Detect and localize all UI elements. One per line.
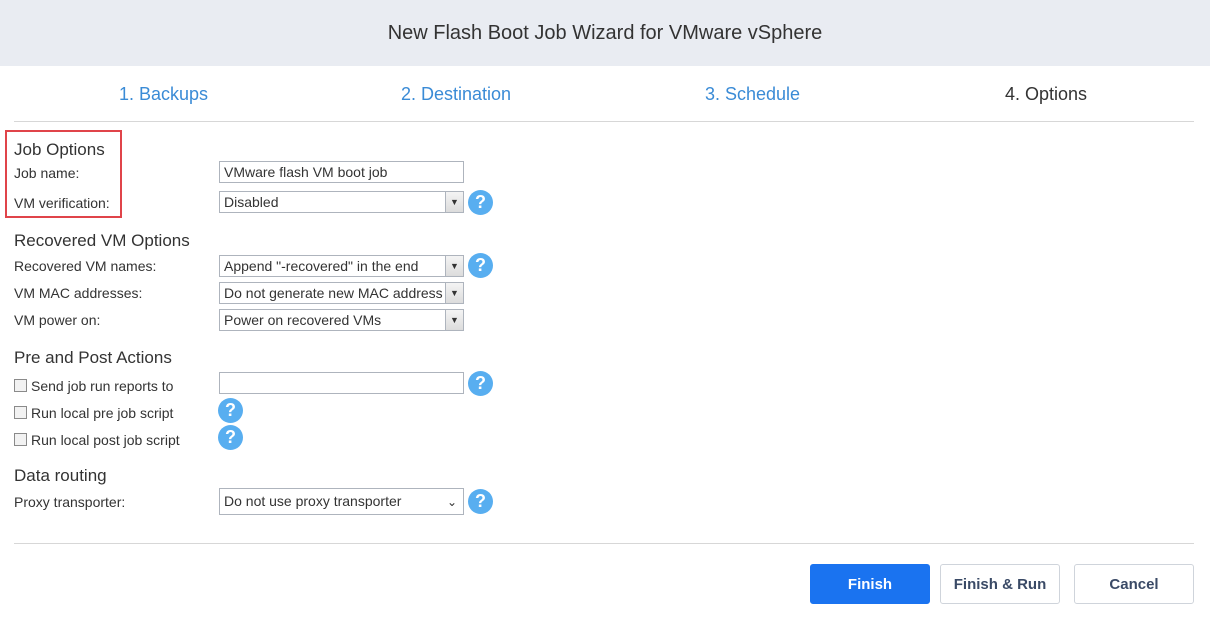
proxy-transporter-help-icon[interactable]: ? [468, 489, 493, 514]
vm-verification-help-icon[interactable]: ? [468, 190, 493, 215]
job-name-label: Job name: [14, 165, 80, 181]
cancel-button[interactable]: Cancel [1074, 564, 1194, 604]
wizard-title: New Flash Boot Job Wizard for VMware vSp… [387, 21, 823, 44]
wizard-steps: 1. Backups 2. Destination 3. Schedule 4.… [14, 78, 1194, 122]
pre-job-script-label[interactable]: Run local pre job script [31, 405, 173, 421]
step-backups[interactable]: 1. Backups [119, 84, 208, 105]
chevron-down-icon: ▼ [445, 256, 463, 276]
pre-job-script-help-icon[interactable]: ? [218, 398, 243, 423]
job-name-input[interactable] [219, 161, 464, 183]
recovered-vm-options-heading: Recovered VM Options [14, 231, 190, 250]
step-destination[interactable]: 2. Destination [401, 84, 511, 105]
vm-power-on-select[interactable]: Power on recovered VMs ▼ [219, 309, 464, 331]
proxy-transporter-label: Proxy transporter: [14, 494, 126, 510]
send-reports-label[interactable]: Send job run reports to [31, 378, 173, 394]
recovered-vm-names-select[interactable]: Append "-recovered" in the end ▼ [219, 255, 464, 277]
recovered-vm-names-value: Append "-recovered" in the end [224, 258, 419, 274]
step-options[interactable]: 4. Options [1005, 84, 1087, 105]
vm-verification-select[interactable]: Disabled ▼ [219, 191, 464, 213]
pre-post-actions-heading: Pre and Post Actions [14, 348, 172, 367]
proxy-transporter-value: Do not use proxy transporter [224, 493, 402, 509]
send-reports-help-icon[interactable]: ? [468, 371, 493, 396]
send-reports-checkbox[interactable] [14, 379, 27, 392]
chevron-down-icon: ▼ [445, 310, 463, 330]
vm-mac-addresses-select[interactable]: Do not generate new MAC addresses ▼ [219, 282, 464, 304]
vm-mac-addresses-label: VM MAC addresses: [14, 285, 143, 301]
post-job-script-help-icon[interactable]: ? [218, 425, 243, 450]
recovered-vm-names-label: Recovered VM names: [14, 258, 157, 274]
recovered-vm-names-help-icon[interactable]: ? [468, 253, 493, 278]
chevron-down-icon: ⌄ [446, 494, 458, 509]
step-schedule[interactable]: 3. Schedule [705, 84, 800, 105]
vm-verification-value: Disabled [224, 194, 279, 210]
vm-mac-addresses-value: Do not generate new MAC addresses [224, 285, 443, 301]
send-reports-input[interactable] [219, 372, 464, 394]
vm-power-on-value: Power on recovered VMs [224, 312, 382, 328]
wizard-title-bar: New Flash Boot Job Wizard for VMware vSp… [0, 0, 1210, 66]
job-options-heading: Job Options [14, 140, 105, 159]
vm-verification-label: VM verification: [14, 195, 110, 211]
post-job-script-label[interactable]: Run local post job script [31, 432, 180, 448]
chevron-down-icon: ▼ [445, 192, 463, 212]
proxy-transporter-select[interactable]: Do not use proxy transporter ⌄ [219, 488, 464, 515]
chevron-down-icon: ▼ [445, 283, 463, 303]
footer-divider [14, 543, 1194, 544]
vm-power-on-label: VM power on: [14, 312, 101, 328]
post-job-script-checkbox[interactable] [14, 433, 27, 446]
finish-button[interactable]: Finish [810, 564, 930, 604]
finish-and-run-button[interactable]: Finish & Run [940, 564, 1060, 604]
data-routing-heading: Data routing [14, 466, 107, 485]
pre-job-script-checkbox[interactable] [14, 406, 27, 419]
